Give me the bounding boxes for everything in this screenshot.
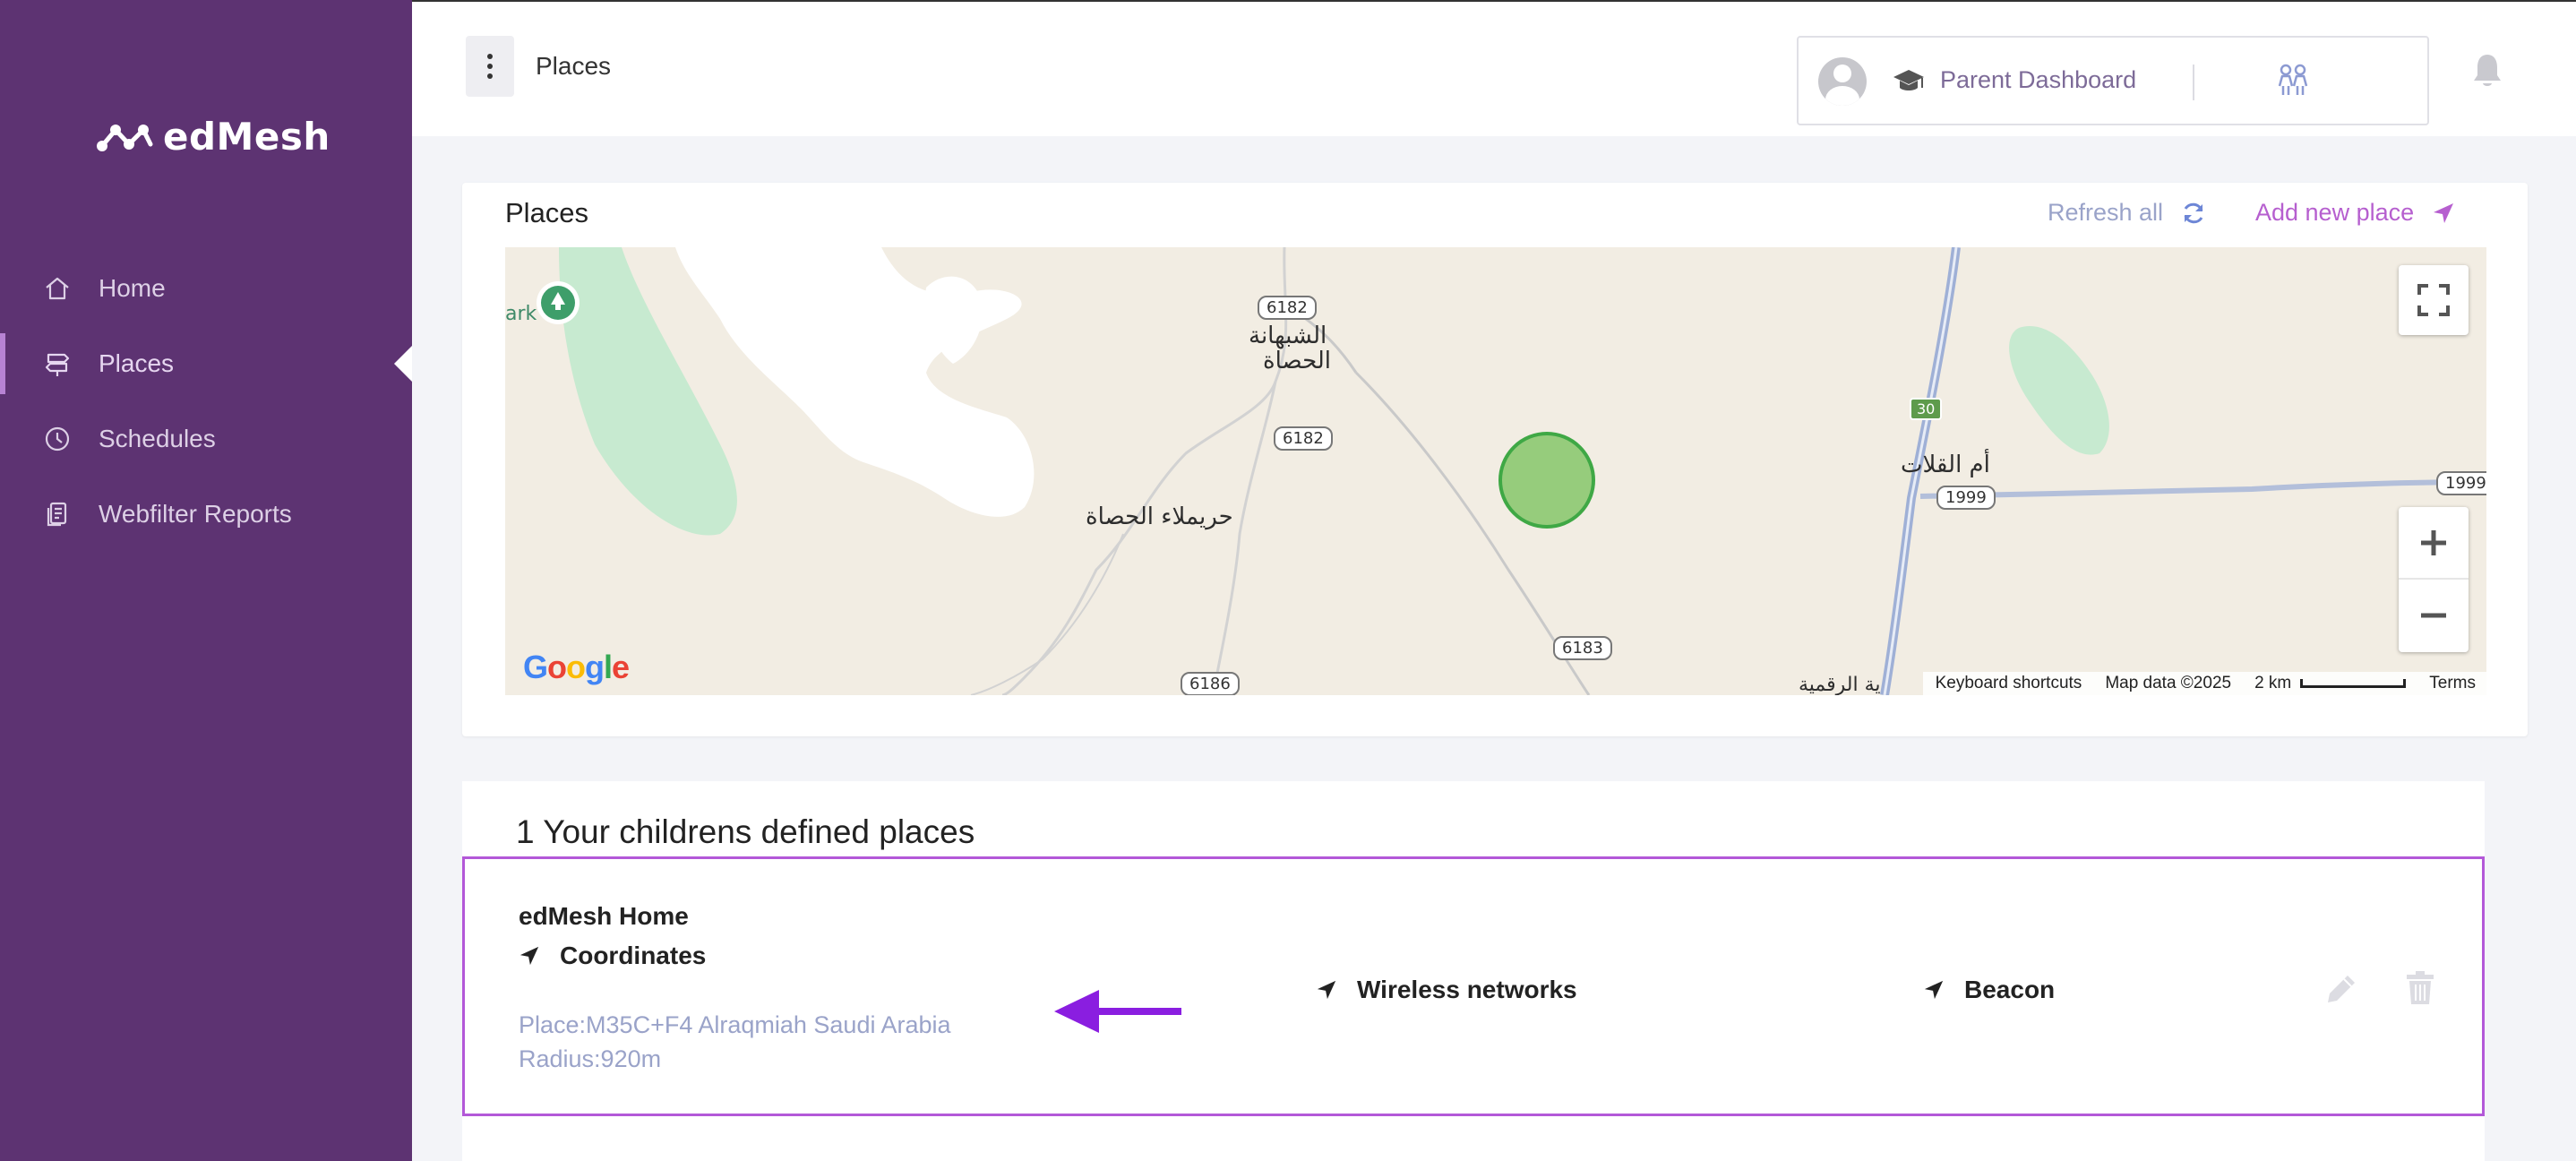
sidebar-item-places[interactable]: Places xyxy=(0,326,412,401)
places-list-card: 1 Your childrens defined places edMesh H… xyxy=(462,781,2485,1161)
wireless-networks-heading: Wireless networks xyxy=(1316,976,1577,1004)
add-new-place-label: Add new place xyxy=(2255,199,2415,226)
sidebar-item-label: Places xyxy=(99,349,175,377)
map-label-town1b: الحصاة xyxy=(1263,348,1332,374)
place-address: Place:M35C+F4 Alraqmiah Saudi Arabia xyxy=(519,1011,951,1038)
fullscreen-button[interactable] xyxy=(2399,265,2469,335)
clock-icon xyxy=(43,425,72,453)
map-view[interactable]: ark الشبهانة الحصاة حريملاء الحصاة أم ال… xyxy=(505,247,2486,695)
coordinates-label: Coordinates xyxy=(560,942,707,969)
beacon-heading: Beacon xyxy=(1923,976,2055,1004)
mesh-logo-icon xyxy=(97,124,153,151)
terms-link[interactable]: Terms xyxy=(2429,674,2476,693)
sidebar-item-label: Home xyxy=(99,274,166,302)
highway-shield: 30 xyxy=(1910,398,1943,420)
user-box: Parent Dashboard xyxy=(1797,36,2429,125)
beacon-label: Beacon xyxy=(1964,976,2056,1003)
brand-name: edMesh xyxy=(163,115,331,159)
signpost-icon xyxy=(43,349,72,378)
divider xyxy=(2193,64,2194,100)
zoom-in-button[interactable] xyxy=(2399,508,2469,580)
place-row[interactable]: edMesh Home Coordinates Place:M35C+F4 Al… xyxy=(462,856,2485,1116)
delete-trash-icon[interactable] xyxy=(2405,970,2435,1006)
sidebar-item-label: Webfilter Reports xyxy=(99,500,292,528)
map-terrain xyxy=(559,247,2486,695)
zoom-out-button[interactable] xyxy=(2399,580,2469,651)
annotation-arrow-icon xyxy=(1054,990,1181,1033)
avatar[interactable] xyxy=(1818,57,1867,106)
road-badge: 6186 xyxy=(1181,672,1240,695)
map-label-edge: ية الرقمية xyxy=(1799,674,1881,695)
sidebar-item-home[interactable]: Home xyxy=(0,251,412,326)
page-title: Places xyxy=(536,52,612,80)
map-label-town2: حريملاء الحصاة xyxy=(1086,503,1233,530)
sidebar-item-label: Schedules xyxy=(99,425,216,452)
parent-dashboard-link[interactable]: Parent Dashboard xyxy=(1940,66,2136,94)
edit-pencil-icon[interactable] xyxy=(2324,972,2358,1006)
more-menu-button[interactable] xyxy=(466,36,514,97)
map-data-text: Map data ©2025 xyxy=(2105,674,2232,692)
refresh-all-label: Refresh all xyxy=(2048,199,2164,226)
refresh-all-button[interactable]: Refresh all xyxy=(2048,199,2206,227)
dot xyxy=(487,64,493,69)
place-radius: Radius:920m xyxy=(519,1045,662,1072)
add-new-place-button[interactable]: Add new place xyxy=(2255,199,2455,227)
road-badge: 1999 xyxy=(2436,471,2486,495)
location-arrow-icon xyxy=(519,946,539,966)
road-badge: 1999 xyxy=(1936,486,1996,510)
map-label-town1: الشبهانة xyxy=(1249,322,1327,349)
minus-icon xyxy=(2421,613,2446,618)
google-logo: Google xyxy=(523,649,630,685)
coordinates-heading: Coordinates xyxy=(519,942,706,970)
plus-icon xyxy=(2421,530,2446,555)
fullscreen-icon xyxy=(2417,284,2450,316)
road-badge: 6183 xyxy=(1553,636,1612,660)
sidebar-item-schedules[interactable]: Schedules xyxy=(0,401,412,477)
map-card-title: Places xyxy=(505,197,589,228)
place-name: edMesh Home xyxy=(519,902,689,930)
location-arrow-icon xyxy=(2434,202,2454,223)
location-arrow-icon xyxy=(1924,980,1944,1000)
road-badge: 6182 xyxy=(1274,426,1333,451)
home-icon xyxy=(43,274,72,303)
scale-bar xyxy=(2300,679,2407,688)
wireless-networks-label: Wireless networks xyxy=(1357,976,1577,1003)
map-card: Places Refresh all Add new place ark الش… xyxy=(462,183,2528,736)
sidebar: edMesh Home Places Schedules Webfilter R… xyxy=(0,0,412,1161)
keyboard-shortcuts-link[interactable]: Keyboard shortcuts xyxy=(1936,674,2082,693)
sidebar-item-webfilter-reports[interactable]: Webfilter Reports xyxy=(0,477,412,552)
scale-label[interactable]: 2 km xyxy=(2254,674,2291,693)
location-arrow-icon xyxy=(1317,980,1336,1000)
road-badge: 6182 xyxy=(1258,296,1317,320)
map-label-park: ark xyxy=(505,303,537,325)
dot xyxy=(487,54,493,59)
top-header: Places Parent Dashboard xyxy=(412,0,2576,136)
dot xyxy=(487,73,493,79)
map-label-town3: أم القلات xyxy=(1901,452,1990,478)
refresh-icon xyxy=(2184,202,2203,223)
bell-icon[interactable] xyxy=(2470,52,2504,90)
park-marker-icon[interactable] xyxy=(534,280,582,333)
places-list-title: 1 Your childrens defined places xyxy=(516,813,975,850)
sidebar-nav: Home Places Schedules Webfilter Reports xyxy=(0,251,412,552)
zoom-controls xyxy=(2399,507,2469,652)
map-footer: Keyboard shortcuts Map data ©2025 2 km T… xyxy=(1922,672,2486,695)
brand-logo[interactable]: edMesh xyxy=(93,115,331,159)
graduation-cap-icon xyxy=(1893,70,1924,90)
children-icon[interactable] xyxy=(2273,63,2313,99)
report-icon xyxy=(43,500,72,529)
